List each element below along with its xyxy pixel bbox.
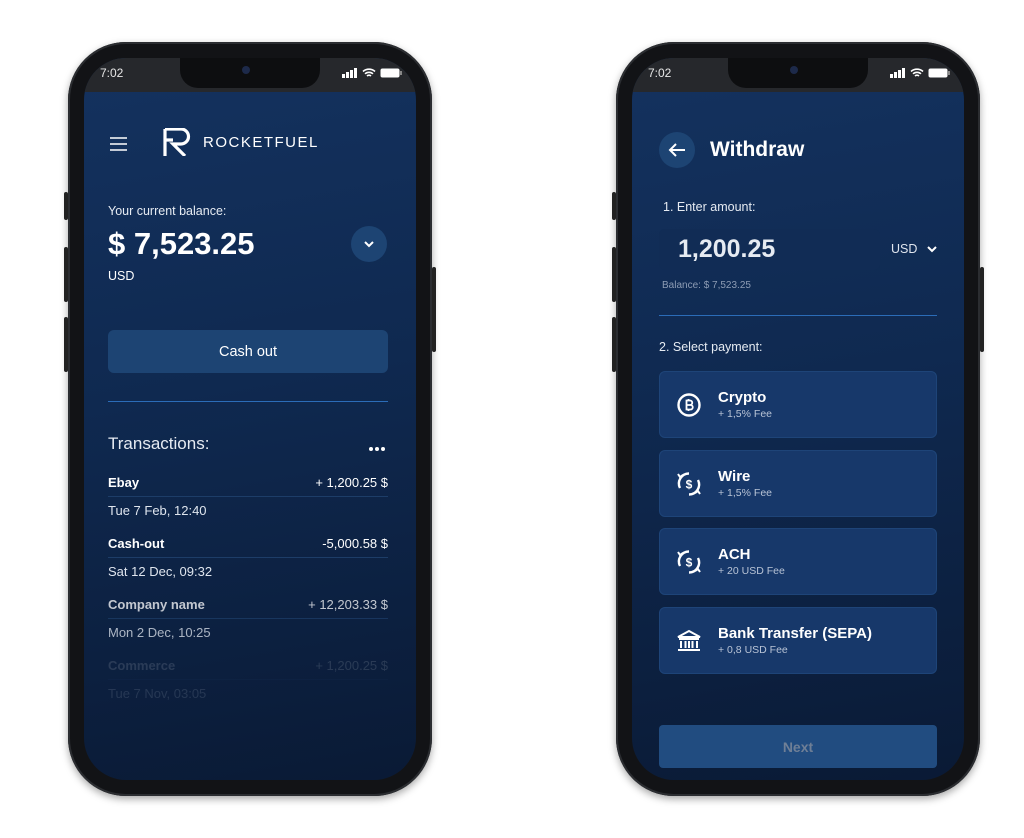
status-time: 7:02 [100,66,124,80]
payment-fee: + 1,5% Fee [718,487,772,499]
currency-dropdown-button[interactable] [351,226,387,262]
transaction-date: Sat 12 Dec, 09:32 [108,564,213,579]
dollar-exchange-icon: $ [677,471,701,496]
back-button[interactable] [659,132,695,168]
battery-icon [928,68,950,78]
battery-icon [380,68,402,78]
currency-select[interactable]: USD [891,242,938,256]
currency-select-value: USD [891,242,918,256]
phone-home: 7:02 ROCKETFUEL Your current balance: $ … [64,42,436,796]
transaction-row[interactable]: Commerce + 1,200.25 $ Tue 7 Nov, 03:05 [108,658,388,701]
payment-option-bank-transfer[interactable]: Bank Transfer (SEPA) + 0,8 USD Fee [659,607,937,674]
status-icons [342,68,402,78]
withdraw-screen: 7:02 Withdraw 1. Enter amount: 1,200.25 … [632,58,964,780]
svg-text:$: $ [686,477,693,491]
balance-amount: $ 7,523.25 [108,226,255,261]
transactions-more-button[interactable] [368,439,386,457]
transactions-title: Transactions: [108,434,210,453]
divider [108,401,388,402]
signal-icon [342,68,357,78]
balance-label: Your current balance: [108,204,227,218]
transaction-row[interactable]: Cash-out -5,000.58 $ Sat 12 Dec, 09:32 [108,536,388,579]
dollar-exchange-icon: $ [677,549,701,574]
home-screen: 7:02 ROCKETFUEL Your current balance: $ … [84,58,416,780]
balance-hint: Balance: $ 7,523.25 [662,280,751,291]
amount-input[interactable]: 1,200.25 [659,229,880,270]
status-bar: 7:02 [84,58,416,92]
step1-label: 1. Enter amount: [663,200,756,214]
payment-option-wire[interactable]: $ Wire + 1,5% Fee [659,450,937,517]
transaction-amount: + 1,200.25 $ [315,475,388,490]
payment-title: Crypto [718,389,767,406]
hamburger-menu-icon [110,137,127,151]
transaction-date: Tue 7 Nov, 03:05 [108,686,207,701]
transaction-name: Commerce [108,658,176,673]
transaction-name: Ebay [108,475,140,490]
logo: ROCKETFUEL [163,128,319,156]
menu-button[interactable] [110,136,128,157]
cash-out-button[interactable]: Cash out [108,330,388,373]
payment-title: Wire [718,468,751,485]
svg-text:$: $ [686,555,693,569]
next-button[interactable]: Next [659,725,937,768]
payment-option-ach[interactable]: $ ACH + 20 USD Fee [659,528,937,595]
wifi-icon [362,68,376,77]
bitcoin-coin-icon [677,392,701,417]
rocketfuel-logo-icon [163,128,191,156]
status-bar: 7:02 [632,58,964,92]
transaction-row[interactable]: Company name + 12,203.33 $ Mon 2 Dec, 10:2… [108,597,388,640]
payment-title: Bank Transfer (SEPA) [718,625,872,642]
chevron-down-icon [927,245,938,252]
divider [659,315,937,316]
bank-icon [677,629,701,651]
payment-option-crypto[interactable]: Crypto + 1,5% Fee [659,371,937,438]
transaction-date: Mon 2 Dec, 10:25 [108,625,211,640]
payment-fee: + 1,5% Fee [718,408,772,420]
status-time: 7:02 [648,66,672,80]
payment-fee: + 20 USD Fee [718,565,785,577]
signal-icon [890,68,905,78]
transaction-row[interactable]: Ebay + 1,200.25 $ Tue 7 Feb, 12:40 [108,475,388,518]
page-title: Withdraw [710,138,805,161]
logo-text: ROCKETFUEL [203,133,319,151]
transaction-name: Cash-out [108,536,165,551]
transaction-date: Tue 7 Feb, 12:40 [108,503,207,518]
transaction-amount: -5,000.58 $ [322,536,388,551]
wifi-icon [910,68,924,77]
transaction-amount: + 12,203.33 $ [308,597,388,612]
status-icons [890,68,950,78]
payment-fee: + 0,8 USD Fee [718,644,788,656]
payment-title: ACH [718,546,751,563]
transaction-name: Company name [108,597,205,612]
balance-currency: USD [108,269,135,283]
more-dots-icon [369,447,385,451]
arrow-left-icon [668,143,685,157]
step2-label: 2. Select payment: [659,340,763,354]
transaction-amount: + 1,200.25 $ [315,658,388,673]
phone-withdraw: 7:02 Withdraw 1. Enter amount: 1,200.25 … [612,42,984,796]
chevron-down-icon [364,240,374,247]
